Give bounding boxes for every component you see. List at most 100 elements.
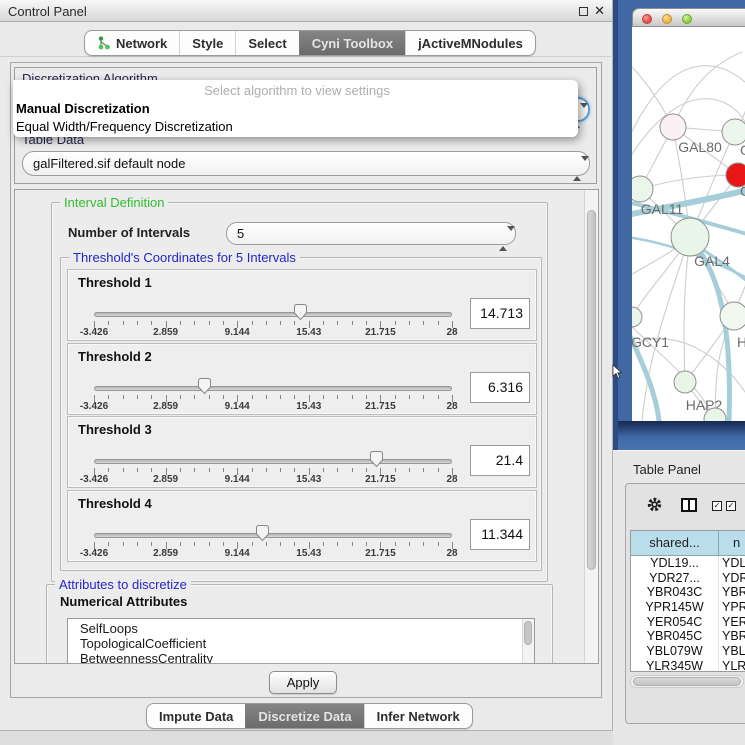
interval-definition-group: Interval Definition Number of Intervals … [51,202,548,582]
table-cell[interactable]: YLR3 [719,659,745,672]
column-header[interactable]: shared... [631,531,719,556]
table-row[interactable]: YDL19...YDL1 [631,556,745,571]
tick-mark [266,321,267,325]
network-icon [97,36,111,50]
table-cell[interactable]: YER054C [631,615,719,630]
algorithm-prompt: Select algorithm to view settings [13,82,578,100]
tick-mark [352,321,353,325]
table-cell[interactable]: YBR0 [719,629,745,644]
attribute-item[interactable]: SelfLoops [80,621,534,636]
network-node[interactable] [632,176,653,202]
table-cell[interactable]: YDR2 [719,571,745,586]
tick-label: 15.43 [296,401,321,412]
threshold-value-field[interactable]: 6.316 [470,372,530,403]
network-node[interactable] [720,302,745,330]
numerical-attributes-list[interactable]: SelfLoopsTopologicalCoefficientBetweenne… [67,618,535,664]
algorithm-option-equal-width[interactable]: Equal Width/Frequency Discretization [13,118,578,136]
table-cell[interactable]: YBL079W [631,644,719,659]
number-of-intervals-value: 5 [237,226,244,241]
tab-jactivemnodules[interactable]: jActiveMNodules [405,31,535,55]
table-row[interactable]: YBR043CYBR0 [631,585,745,600]
table-cell[interactable]: YDL1 [719,556,745,571]
threshold-slider-thumb[interactable] [293,303,308,321]
threshold-label: Threshold 4 [78,496,152,511]
network-canvas[interactable]: GAL80GACGAL11GAL4GCY1HHAP2 [632,27,745,421]
tick-mark [395,542,396,546]
checkbox-icon[interactable]: ✓ [712,501,722,511]
combo-spinner-icon [573,157,580,180]
threshold-value-field[interactable]: 21.4 [470,445,530,476]
tab-network[interactable]: Network [85,31,179,55]
threshold-slider-thumb[interactable] [197,377,212,395]
threshold-slider-thumb[interactable] [369,450,384,468]
tick-label: 21.715 [365,401,396,412]
gear-icon[interactable] [646,496,663,513]
tab-impute-data[interactable]: Impute Data [147,704,245,728]
threshold-panel: Threshold 2-3.4262.8599.14415.4321.71528… [67,343,537,415]
tick-label: 9.144 [225,401,250,412]
table-cell[interactable]: YDL19... [631,556,719,571]
threshold-panel: Threshold 1-3.4262.8599.14415.4321.71528… [67,269,537,341]
table-row[interactable]: YBL079WYBL0 [631,644,745,659]
threshold-slider-track[interactable] [94,459,452,464]
zoom-button-icon[interactable] [682,14,692,24]
table-hscrollbar[interactable] [630,675,744,688]
table-data-select[interactable]: galFiltered.sif default node [22,151,590,176]
tick-mark [108,395,109,399]
network-node[interactable] [632,307,642,327]
threshold-slider-track[interactable] [94,312,452,317]
tick-mark [266,542,267,546]
algorithm-option-manual[interactable]: Manual Discretization [13,100,578,118]
minimize-button-icon[interactable] [662,14,672,24]
network-window-titlebar[interactable] [632,8,745,27]
close-button-icon[interactable] [642,14,652,24]
number-of-intervals-select[interactable]: 5 [226,222,516,245]
attribute-item[interactable]: BetweennessCentrality [80,651,534,664]
threshold-slider-track[interactable] [94,533,452,538]
table-row[interactable]: YBR045CYBR0 [631,629,745,644]
close-icon[interactable]: ✕ [594,3,605,19]
table-cell[interactable]: YPR1 [719,600,745,615]
table-cell[interactable]: YBL0 [719,644,745,659]
attribute-item[interactable]: TopologicalCoefficient [80,636,534,651]
network-node[interactable] [671,218,709,256]
split-columns-icon[interactable] [681,498,697,512]
table-row[interactable]: YDR27...YDR2 [631,571,745,586]
table-panel-body: ✓ ✓ shared...n YDL19...YDL1YDR27...YDR2Y… [625,483,745,724]
table-cell[interactable]: YBR0 [719,585,745,600]
attributes-scrollbar[interactable] [522,619,534,664]
settings-scrollbar-thumb[interactable] [587,210,596,570]
network-node[interactable] [674,371,696,393]
tab-style[interactable]: Style [179,31,235,55]
table-cell[interactable]: YBR045C [631,629,719,644]
tab-infer-network[interactable]: Infer Network [364,704,472,728]
table-hscrollbar-thumb[interactable] [633,677,741,686]
tab-discretize-data[interactable]: Discretize Data [245,704,363,728]
threshold-value-field[interactable]: 11.344 [470,519,530,550]
network-node[interactable] [660,114,686,140]
table-cell[interactable]: YBR043C [631,585,719,600]
table-row[interactable]: YPR145WYPR1 [631,600,745,615]
attributes-scrollbar-thumb[interactable] [524,621,532,645]
threshold-slider-thumb[interactable] [255,524,270,542]
tab-select[interactable]: Select [235,31,298,55]
table-cell[interactable]: YLR345W [631,659,719,672]
tab-label: Impute Data [159,709,233,724]
threshold-slider-track[interactable] [94,386,452,391]
column-header[interactable]: n [719,531,745,556]
threshold-value-field[interactable]: 14.713 [470,298,530,329]
table-cell[interactable]: YDR27... [631,571,719,586]
tick-mark [409,468,410,472]
table-row[interactable]: YER054CYER0 [631,615,745,630]
window-frame-bottom [618,421,745,450]
tick-mark [323,468,324,472]
checkbox-icon[interactable]: ✓ [726,501,736,511]
table-cell[interactable]: YER0 [719,615,745,630]
tick-label: 9.144 [225,548,250,559]
tab-cyni-toolbox[interactable]: Cyni Toolbox [299,31,405,55]
settings-scrollbar[interactable] [584,190,598,663]
apply-button[interactable]: Apply [269,671,337,694]
table-cell[interactable]: YPR145W [631,600,719,615]
table-row[interactable]: YLR345WYLR3 [631,659,745,672]
float-window-icon[interactable] [579,7,588,16]
